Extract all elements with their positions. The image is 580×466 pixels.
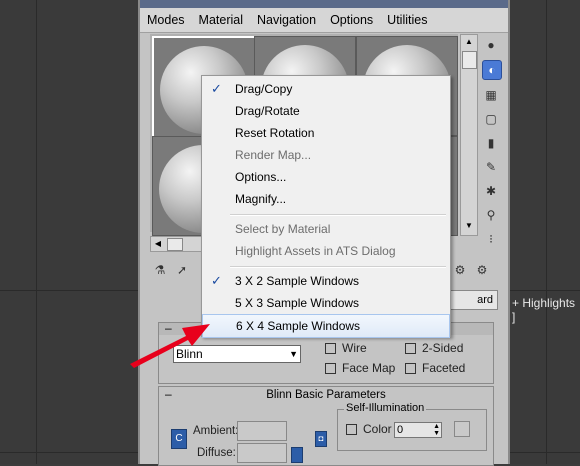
menu-item-drag-rotate[interactable]: Drag/Rotate: [202, 100, 450, 122]
two-sided-checkbox[interactable]: 2-Sided: [405, 341, 463, 355]
lock-map-icon[interactable]: ◘: [315, 431, 327, 447]
blinn-basic-rollout: – Blinn Basic Parameters C Ambient: Diff…: [158, 386, 494, 466]
ambient-color-swatch[interactable]: [237, 421, 287, 441]
diffuse-label: Diffuse:: [197, 447, 236, 459]
scroll-thumb[interactable]: [462, 51, 477, 69]
menu-modes[interactable]: Modes: [140, 13, 192, 27]
menu-item-drag-copy[interactable]: ✓ Drag/Copy: [202, 78, 450, 100]
side-toolbar: ● ◐ ▦ ▢ ▮ ✎ ✱ ⚲ ⁝: [482, 36, 504, 254]
options-icon[interactable]: ✱: [482, 182, 500, 200]
wire-label: Wire: [342, 341, 367, 355]
self-illumination-group: Self-Illumination Color 0 ▲ ▼: [337, 402, 487, 451]
rollout-title[interactable]: Blinn Basic Parameters: [159, 389, 493, 401]
faceted-checkbox[interactable]: Faceted: [405, 361, 465, 375]
ambient-label: Ambient:: [193, 425, 239, 437]
grid-line: [36, 0, 37, 464]
menu-separator: [230, 266, 446, 268]
slots-vertical-scrollbar[interactable]: ▲ ▼: [460, 34, 478, 236]
chevron-down-icon: ▼: [289, 349, 298, 359]
menu-item-select-by-material: Select by Material: [202, 218, 450, 240]
menu-item-options[interactable]: Options...: [202, 166, 450, 188]
checkbox-box: [325, 342, 336, 354]
self-illum-spinner[interactable]: 0 ▲ ▼: [394, 422, 442, 438]
menu-item-label: Drag/Rotate: [235, 104, 300, 118]
diffuse-map-button[interactable]: [291, 447, 303, 463]
check-icon: ✓: [211, 273, 222, 288]
red-arrow-annotation: [130, 324, 210, 368]
menu-item-label: Reset Rotation: [235, 126, 315, 140]
scroll-left-icon[interactable]: ◀: [151, 237, 165, 251]
menu-item-reset-rotation[interactable]: Reset Rotation: [202, 122, 450, 144]
menu-navigation[interactable]: Navigation: [250, 13, 323, 27]
menu-item-label: 3 X 2 Sample Windows: [235, 274, 360, 288]
checkbox-box: [325, 362, 336, 374]
menu-bar: Modes Material Navigation Options Utilit…: [140, 8, 508, 33]
menu-item-5x3-sample-windows[interactable]: 5 X 3 Sample Windows: [202, 292, 450, 314]
menu-item-highlight-assets: Highlight Assets in ATS Dialog: [202, 240, 450, 262]
menu-item-3x2-sample-windows[interactable]: ✓ 3 X 2 Sample Windows: [202, 270, 450, 292]
face-map-label: Face Map: [342, 361, 396, 375]
background-icon[interactable]: ▦: [482, 86, 500, 104]
select-by-material-icon[interactable]: ⚲: [482, 206, 500, 224]
grid-line: [546, 0, 547, 464]
menu-material[interactable]: Material: [192, 13, 250, 27]
go-to-parent-icon[interactable]: ⚙: [452, 262, 468, 278]
menu-item-render-map: Render Map...: [202, 144, 450, 166]
menu-item-label: Drag/Copy: [235, 82, 293, 96]
checkbox-box: [346, 423, 357, 435]
menu-item-label: Magnify...: [235, 192, 287, 206]
checkbox-box: [405, 362, 416, 374]
self-illum-map-button[interactable]: [454, 421, 470, 437]
material-map-navigator-icon[interactable]: ⁝: [482, 230, 500, 248]
backlight-icon[interactable]: ◐: [482, 60, 502, 80]
checkbox-box: [405, 342, 416, 354]
menu-item-label: 6 X 4 Sample Windows: [236, 319, 361, 333]
scroll-thumb[interactable]: [167, 238, 183, 251]
lock-icon[interactable]: C: [171, 429, 187, 449]
menu-options[interactable]: Options: [323, 13, 380, 27]
menu-utilities[interactable]: Utilities: [380, 13, 434, 27]
menu-item-label: 5 X 3 Sample Windows: [235, 296, 360, 310]
wire-checkbox[interactable]: Wire: [325, 341, 367, 355]
scroll-down-icon[interactable]: ▼: [461, 219, 477, 233]
menu-item-label: Select by Material: [235, 222, 331, 236]
menu-separator: [230, 214, 446, 216]
get-material-icon[interactable]: ⚗: [152, 262, 168, 278]
context-menu: ✓ Drag/Copy Drag/Rotate Reset Rotation R…: [201, 75, 451, 338]
menu-item-label: Render Map...: [235, 148, 312, 162]
diffuse-color-swatch[interactable]: [237, 443, 287, 463]
face-map-checkbox[interactable]: Face Map: [325, 361, 395, 375]
arrow-shape: [130, 324, 210, 368]
viewport-label: + Highlights ]: [512, 296, 576, 324]
make-preview-icon[interactable]: ✎: [482, 158, 500, 176]
sample-uv-tiling-icon[interactable]: ▢: [482, 110, 500, 128]
put-to-scene-icon[interactable]: ➚: [174, 262, 190, 278]
menu-item-label: Options...: [235, 170, 287, 184]
video-color-check-icon[interactable]: ▮: [482, 134, 500, 152]
sample-type-icon[interactable]: ●: [482, 36, 500, 54]
self-illumination-title: Self-Illumination: [344, 402, 427, 414]
title-bar[interactable]: [140, 0, 508, 8]
scroll-up-icon[interactable]: ▲: [461, 35, 477, 49]
menu-item-magnify[interactable]: Magnify...: [202, 188, 450, 210]
menu-item-label: Highlight Assets in ATS Dialog: [235, 244, 396, 258]
spinner-arrows-icon[interactable]: ▲ ▼: [433, 423, 440, 437]
bottom-toolbar: ⚗ ➚: [152, 262, 190, 278]
color-label: Color: [363, 422, 392, 436]
go-forward-sibling-icon[interactable]: ⚙: [474, 262, 490, 278]
bottom-right-toolbar: ⚙ ⚙: [452, 262, 490, 278]
check-icon: ✓: [211, 81, 222, 96]
menu-item-6x4-sample-windows[interactable]: 6 X 4 Sample Windows: [202, 314, 450, 338]
spinner-value: 0: [397, 424, 404, 436]
two-sided-label: 2-Sided: [422, 341, 464, 355]
self-illum-color-checkbox[interactable]: Color: [346, 422, 392, 436]
faceted-label: Faceted: [422, 361, 466, 375]
